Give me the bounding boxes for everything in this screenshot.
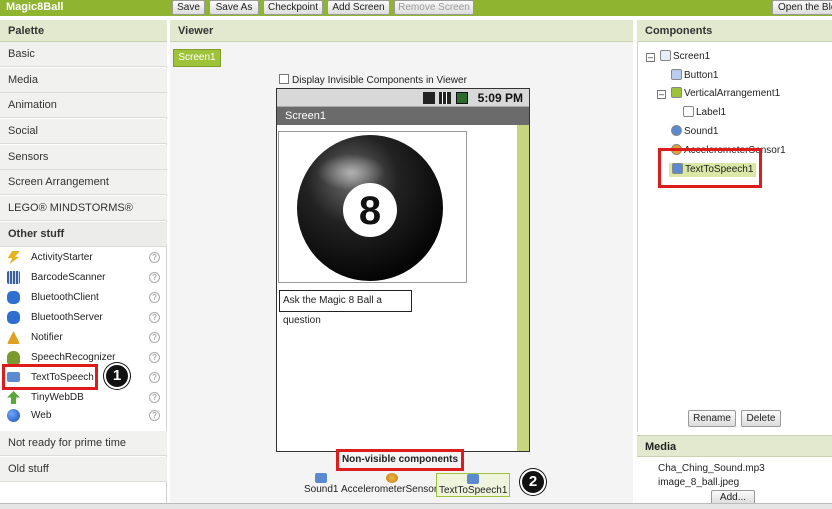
tree-node-screen1[interactable]: Screen1 bbox=[660, 50, 710, 64]
phone-preview: 5:09 PM Screen1 8 Ask the Magic 8 Ball a bbox=[276, 88, 530, 452]
checkpoint-button[interactable]: Checkpoint bbox=[263, 0, 323, 15]
palette-panel: Basic Media Animation Social Sensors Scr… bbox=[0, 42, 167, 503]
palette-item-notifier[interactable]: Notifier ? bbox=[0, 328, 167, 347]
speech-bubble-icon bbox=[467, 474, 480, 484]
lightning-icon bbox=[7, 251, 20, 264]
speaker-icon bbox=[315, 473, 328, 483]
palette-category-social[interactable]: Social bbox=[0, 119, 167, 144]
nonvisible-accelerometer[interactable]: AccelerometerSensor1 bbox=[341, 473, 443, 495]
palette-category-lego[interactable]: LEGO® MINDSTORMS® bbox=[0, 196, 167, 221]
highlight-texttospeech-component bbox=[658, 148, 762, 188]
palette-category-old-stuff[interactable]: Old stuff bbox=[0, 457, 167, 482]
save-as-button[interactable]: Save As bbox=[209, 0, 259, 15]
palette-header: Palette bbox=[0, 20, 167, 42]
label-icon bbox=[683, 106, 694, 117]
tree-node-sound1[interactable]: Sound1 bbox=[671, 125, 718, 139]
help-icon[interactable]: ? bbox=[149, 252, 160, 263]
palette-item-bluetoothclient[interactable]: BluetoothClient ? bbox=[0, 288, 167, 307]
help-icon[interactable]: ? bbox=[149, 272, 160, 283]
palette-item-barcodescanner[interactable]: BarcodeScanner ? bbox=[0, 268, 167, 287]
speaker-icon bbox=[671, 125, 682, 136]
invisible-components-label: Display Invisible Components in Viewer bbox=[292, 75, 467, 86]
vertical-arrangement-icon bbox=[671, 87, 682, 98]
ball-number: 8 bbox=[359, 189, 381, 233]
screen-tab[interactable]: Screen1 bbox=[173, 49, 221, 67]
nonvisible-components-title: Non-visible components bbox=[336, 449, 464, 471]
palette-item-web[interactable]: Web ? bbox=[0, 406, 167, 425]
remove-screen-button[interactable]: Remove Screen bbox=[394, 0, 474, 15]
warning-icon bbox=[7, 331, 20, 344]
horizontal-scrollbar[interactable] bbox=[0, 503, 832, 509]
button-image[interactable]: 8 bbox=[278, 131, 467, 283]
status-bar: 5:09 PM bbox=[277, 89, 529, 107]
status-time: 5:09 PM bbox=[477, 91, 523, 105]
nonvisible-sound1[interactable]: Sound1 bbox=[304, 473, 338, 495]
rename-button[interactable]: Rename bbox=[688, 410, 736, 427]
palette-category-sensors[interactable]: Sensors bbox=[0, 145, 167, 170]
help-icon[interactable]: ? bbox=[149, 352, 160, 363]
signal-icon bbox=[439, 92, 451, 104]
app-title: Magic8Ball bbox=[6, 1, 64, 13]
palette-category-animation[interactable]: Animation bbox=[0, 93, 167, 118]
invisible-components-checkbox[interactable] bbox=[279, 74, 289, 84]
help-icon[interactable]: ? bbox=[149, 372, 160, 383]
help-icon[interactable]: ? bbox=[149, 332, 160, 343]
palette-item-bluetoothserver[interactable]: BluetoothServer ? bbox=[0, 308, 167, 327]
help-icon[interactable]: ? bbox=[149, 410, 160, 421]
accelerometer-icon bbox=[385, 473, 398, 483]
tree-node-verticalarrangement1[interactable]: VerticalArrangement1 bbox=[671, 87, 780, 101]
media-file[interactable]: image_8_ball.jpeg bbox=[658, 477, 739, 488]
question-label[interactable]: Ask the Magic 8 Ball a question bbox=[279, 290, 412, 326]
help-icon[interactable]: ? bbox=[149, 392, 160, 403]
components-header: Components bbox=[637, 20, 832, 42]
open-blocks-button[interactable]: Open the Blo bbox=[772, 0, 832, 15]
palette-item-activitystarter[interactable]: ActivityStarter ? bbox=[0, 248, 167, 267]
bluetooth-icon bbox=[7, 311, 20, 324]
delete-button[interactable]: Delete bbox=[741, 410, 781, 427]
screen-icon bbox=[660, 50, 671, 61]
add-screen-button[interactable]: Add Screen bbox=[327, 0, 390, 15]
nonvisible-texttospeech1[interactable]: TextToSpeech1 bbox=[436, 473, 511, 497]
highlight-texttospeech-palette bbox=[2, 364, 98, 390]
palette-category-screen-arrangement[interactable]: Screen Arrangement bbox=[0, 170, 167, 195]
step-2-callout: 2 bbox=[520, 469, 546, 495]
media-file[interactable]: Cha_Ching_Sound.mp3 bbox=[658, 463, 765, 474]
button-icon bbox=[671, 69, 682, 80]
viewer-header: Viewer bbox=[170, 20, 633, 42]
upload-icon bbox=[7, 391, 20, 404]
palette-category-not-ready[interactable]: Not ready for prime time bbox=[0, 431, 167, 456]
bluetooth-icon bbox=[7, 291, 20, 304]
palette-category-other-stuff[interactable]: Other stuff bbox=[0, 222, 167, 247]
vertical-arrangement-strip[interactable] bbox=[517, 125, 529, 451]
network-icon bbox=[423, 92, 435, 104]
microphone-icon bbox=[7, 351, 20, 364]
media-header: Media bbox=[637, 435, 832, 457]
tree-collapse-icon[interactable]: – bbox=[657, 90, 666, 99]
tree-node-button1[interactable]: Button1 bbox=[671, 69, 718, 83]
palette-item-tinywebdb[interactable]: TinyWebDB ? bbox=[0, 388, 167, 407]
barcode-icon bbox=[7, 271, 20, 284]
battery-icon bbox=[456, 92, 468, 104]
palette-category-basic[interactable]: Basic bbox=[0, 42, 167, 67]
help-icon[interactable]: ? bbox=[149, 312, 160, 323]
help-icon[interactable]: ? bbox=[149, 292, 160, 303]
screen-title-bar: Screen1 bbox=[277, 107, 529, 125]
step-1-callout: 1 bbox=[104, 363, 130, 389]
tree-collapse-icon[interactable]: – bbox=[646, 53, 655, 62]
globe-icon bbox=[7, 409, 20, 422]
tree-node-label1[interactable]: Label1 bbox=[683, 106, 726, 120]
magic-8-ball-image: 8 bbox=[297, 135, 443, 281]
save-button[interactable]: Save bbox=[172, 0, 205, 15]
invisible-components-toggle[interactable]: Display Invisible Components in Viewer bbox=[279, 74, 467, 86]
palette-category-media[interactable]: Media bbox=[0, 68, 167, 93]
